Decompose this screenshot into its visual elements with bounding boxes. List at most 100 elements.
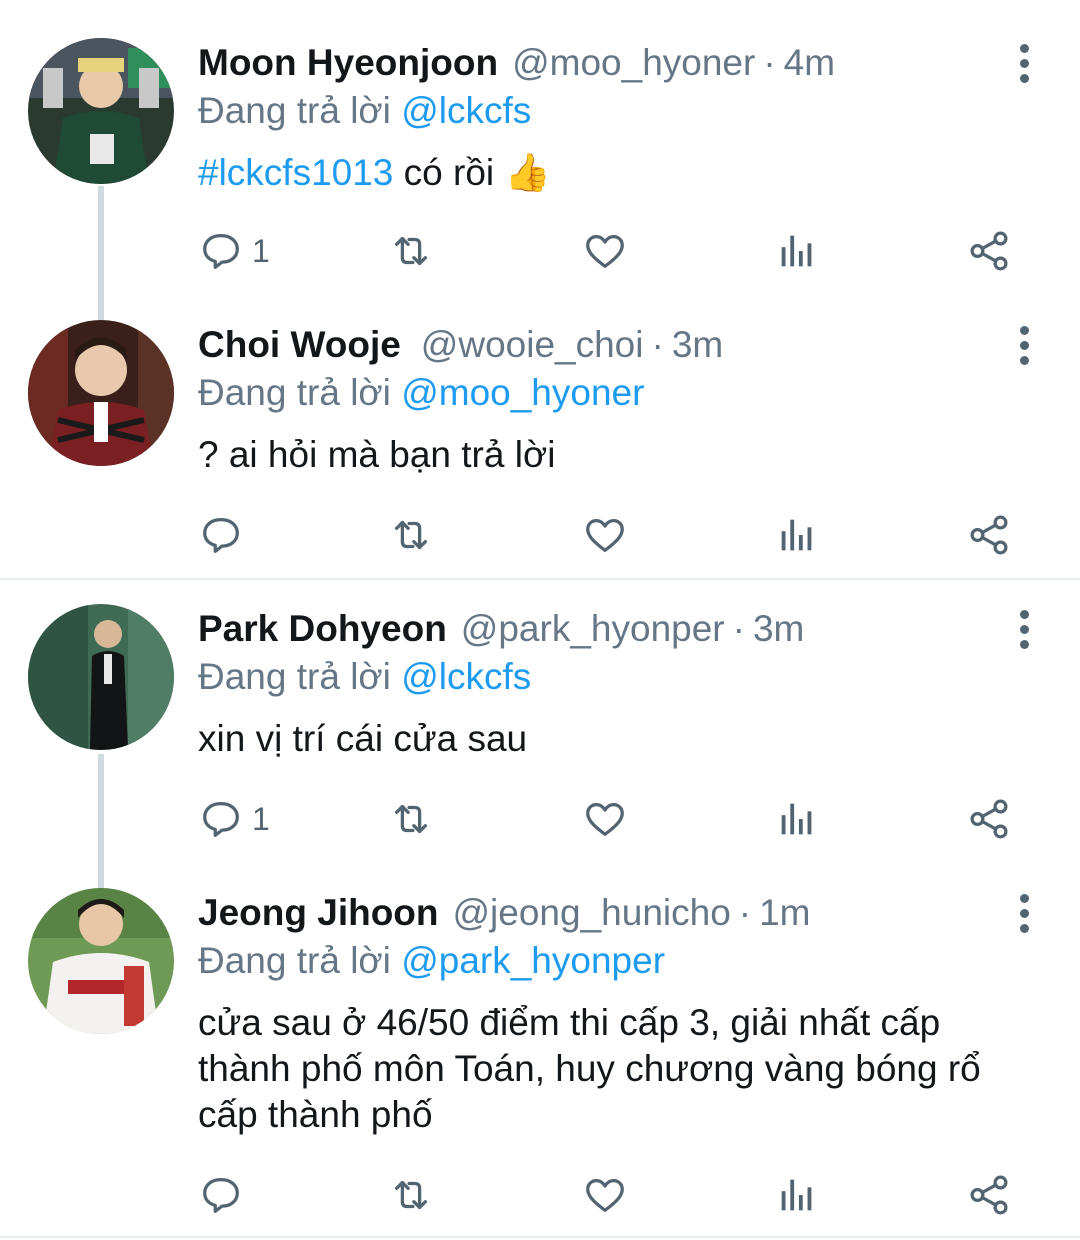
- replying-handle-link[interactable]: @park_hyonper: [401, 940, 665, 981]
- tweet-header: Moon Hyeonjoon @moo_hyoner · 4m: [198, 40, 835, 86]
- like-icon: [586, 1178, 624, 1212]
- action-bar: 1: [0, 794, 1080, 844]
- retweet-icon: [394, 236, 428, 266]
- conversation-separator: [0, 578, 1080, 580]
- display-name[interactable]: Park Dohyeon: [198, 608, 447, 649]
- timestamp[interactable]: 3m: [672, 324, 723, 365]
- tweet-header: Jeong Jihoon @jeong_hunicho · 1m: [198, 890, 811, 936]
- tweet-header: Park Dohyeon @park_hyonper · 3m: [198, 606, 804, 652]
- tweet[interactable]: Jeong Jihoon @jeong_hunicho · 1m Đang trả l…: [0, 888, 1080, 1238]
- replying-to: Đang trả lời @park_hyonper: [198, 938, 665, 984]
- reply-icon: [203, 1178, 239, 1213]
- reply-button[interactable]: [198, 1170, 252, 1220]
- views-icon: [781, 519, 812, 551]
- retweet-icon: [394, 1180, 428, 1210]
- action-bar: [0, 1170, 1080, 1220]
- like-icon: [586, 802, 624, 836]
- tweet[interactable]: Moon Hyeonjoon @moo_hyoner · 4m Đang trả lờ…: [0, 38, 1080, 318]
- share-icon: [970, 799, 1008, 839]
- replying-handle-link[interactable]: @lckcfs: [401, 656, 531, 697]
- avatar[interactable]: [28, 320, 174, 466]
- separator-dot: ·: [651, 324, 664, 365]
- like-button[interactable]: [582, 226, 628, 276]
- views-button[interactable]: [774, 794, 820, 844]
- tweet[interactable]: Choi Wooje @wooie_choi · 3m Đang trả lời @m…: [0, 320, 1080, 580]
- tweet-text: ? ai hỏi mà bạn trả lời: [198, 432, 1038, 478]
- timestamp[interactable]: 1m: [759, 892, 810, 933]
- views-icon: [781, 803, 812, 835]
- replying-handle-link[interactable]: @moo_hyoner: [401, 372, 644, 413]
- separator-dot: ·: [738, 892, 752, 933]
- share-icon: [970, 231, 1008, 271]
- more-icon[interactable]: [1014, 610, 1034, 650]
- reply-button[interactable]: 1: [198, 226, 270, 276]
- retweet-button[interactable]: [388, 794, 434, 844]
- like-button[interactable]: [582, 1170, 628, 1220]
- more-icon[interactable]: [1014, 894, 1034, 934]
- user-handle[interactable]: @wooie_choi: [421, 324, 644, 365]
- views-icon: [781, 235, 812, 267]
- replying-prefix: Đang trả lời: [198, 940, 391, 981]
- separator-dot: ·: [763, 42, 776, 83]
- share-button[interactable]: [966, 510, 1012, 560]
- bottom-separator: [0, 1236, 1080, 1238]
- reply-button[interactable]: [198, 510, 252, 560]
- tweet-body: cửa sau ở 46/50 điểm thi cấp 3, giải nhấ…: [198, 1002, 981, 1135]
- tweet-body: có rồi: [403, 152, 495, 193]
- views-button[interactable]: [774, 1170, 820, 1220]
- user-handle[interactable]: @jeong_hunicho: [453, 892, 731, 933]
- timestamp[interactable]: 4m: [784, 42, 835, 83]
- like-button[interactable]: [582, 510, 628, 560]
- share-button[interactable]: [966, 226, 1012, 276]
- share-button[interactable]: [966, 1170, 1012, 1220]
- retweet-icon: [394, 804, 428, 834]
- reply-count: 1: [252, 800, 270, 837]
- replying-to: Đang trả lời @lckcfs: [198, 88, 531, 134]
- like-icon: [586, 234, 624, 268]
- tweet-text: #lckcfs1013 có rồi 👍: [198, 150, 1038, 196]
- display-name[interactable]: Choi Wooje: [198, 324, 401, 365]
- action-bar: 1: [0, 226, 1080, 276]
- avatar[interactable]: [28, 38, 174, 184]
- tweet-header: Choi Wooje @wooie_choi · 3m: [198, 322, 723, 368]
- like-icon: [586, 518, 624, 552]
- reply-count: 1: [252, 232, 270, 269]
- share-icon: [970, 1175, 1008, 1215]
- tweet-text: xin vị trí cái cửa sau: [198, 716, 1038, 762]
- display-name[interactable]: Jeong Jihoon: [198, 892, 439, 933]
- share-button[interactable]: [966, 794, 1012, 844]
- tweet-body: ? ai hỏi mà bạn trả lời: [198, 434, 556, 475]
- action-bar: [0, 510, 1080, 560]
- replying-handle-link[interactable]: @lckcfs: [401, 90, 531, 131]
- replying-prefix: Đang trả lời: [198, 656, 391, 697]
- thumbs-up-emoji: 👍: [504, 152, 551, 193]
- reply-icon: [203, 802, 239, 837]
- replying-to: Đang trả lời @moo_hyoner: [198, 370, 644, 416]
- display-name[interactable]: Moon Hyeonjoon: [198, 42, 498, 83]
- avatar[interactable]: [28, 604, 174, 750]
- user-handle[interactable]: @moo_hyoner: [512, 42, 755, 83]
- views-button[interactable]: [774, 510, 820, 560]
- reply-button[interactable]: 1: [198, 794, 270, 844]
- views-icon: [781, 1179, 812, 1211]
- retweet-icon: [394, 520, 428, 550]
- like-button[interactable]: [582, 794, 628, 844]
- timestamp[interactable]: 3m: [753, 608, 804, 649]
- user-handle[interactable]: @park_hyonper: [461, 608, 725, 649]
- replying-to: Đang trả lời @lckcfs: [198, 654, 531, 700]
- views-button[interactable]: [774, 226, 820, 276]
- separator-dot: ·: [732, 608, 745, 649]
- retweet-button[interactable]: [388, 1170, 434, 1220]
- reply-icon: [203, 234, 239, 269]
- tweet-text: cửa sau ở 46/50 điểm thi cấp 3, giải nhấ…: [198, 1000, 1028, 1138]
- reply-icon: [203, 518, 239, 553]
- tweet[interactable]: Park Dohyeon @park_hyonper · 3m Đang trả lờ…: [0, 604, 1080, 884]
- more-icon[interactable]: [1014, 326, 1034, 366]
- more-icon[interactable]: [1014, 44, 1034, 84]
- retweet-button[interactable]: [388, 510, 434, 560]
- retweet-button[interactable]: [388, 226, 434, 276]
- share-icon: [970, 515, 1008, 555]
- avatar[interactable]: [28, 888, 174, 1034]
- hashtag-link[interactable]: #lckcfs1013: [198, 152, 393, 193]
- tweet-body: xin vị trí cái cửa sau: [198, 718, 528, 759]
